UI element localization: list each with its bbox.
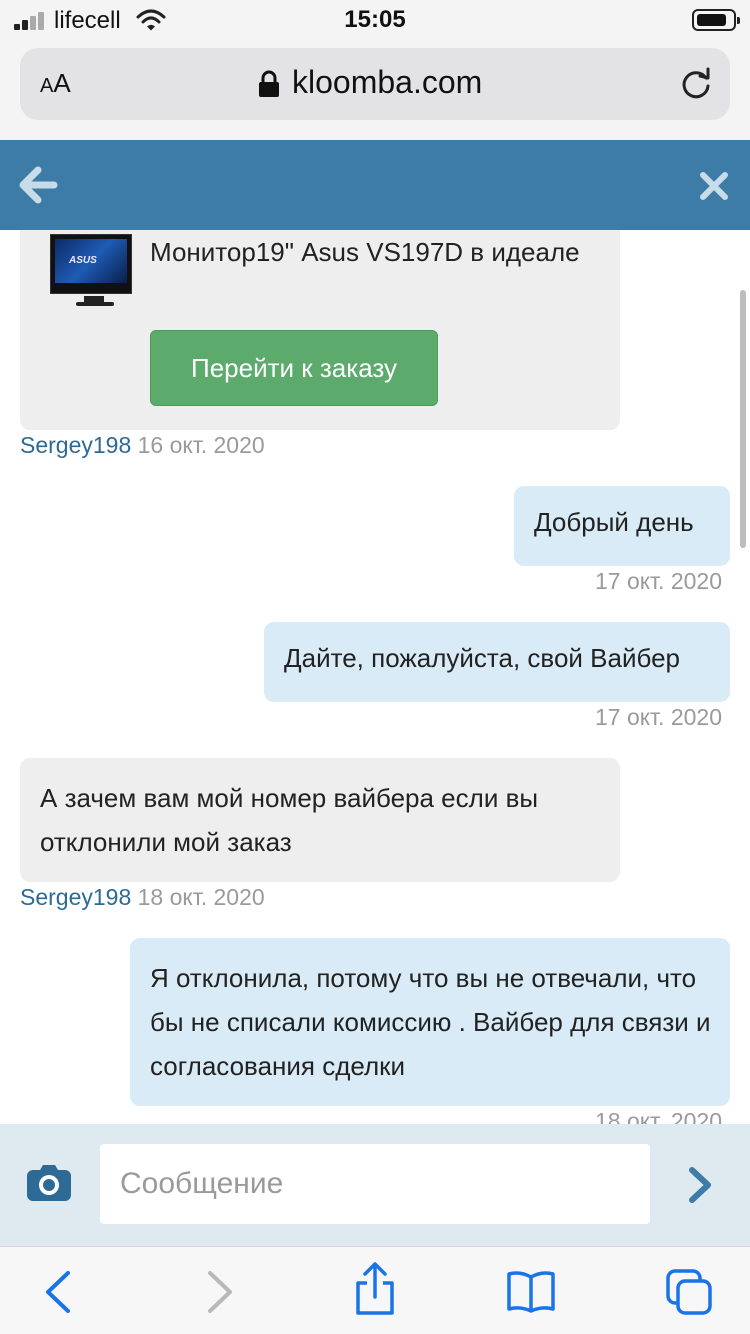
product-thumbnail[interactable]: ASUS xyxy=(50,234,132,294)
lock-icon xyxy=(259,70,279,97)
message-date: 17 окт. 2020 xyxy=(594,704,722,730)
message-composer xyxy=(0,1124,750,1246)
message-date: 16 окт. 2020 xyxy=(137,432,265,458)
share-icon[interactable] xyxy=(350,1261,400,1317)
scrollbar[interactable] xyxy=(740,290,746,548)
message-date: 18 окт. 2020 xyxy=(137,884,265,910)
camera-icon[interactable] xyxy=(26,1164,72,1202)
text-size-small: A xyxy=(40,75,54,97)
message-username[interactable]: Sergey198 xyxy=(20,884,131,910)
message-bubble-outgoing: Добрый день xyxy=(514,486,730,566)
reload-icon[interactable] xyxy=(678,66,714,102)
status-bar: lifecell 15:05 xyxy=(0,0,750,40)
message-text: Я отклонила, потому что вы не отвечали, … xyxy=(150,963,711,1081)
url-domain[interactable]: kloomba.com xyxy=(292,64,482,101)
message-meta: Sergey198 18 окт. 2020 xyxy=(20,884,265,911)
monitor-screen: ASUS xyxy=(55,239,127,283)
monitor-base xyxy=(76,302,114,306)
message-text: А зачем вам мой номер вайбера если вы от… xyxy=(40,783,539,857)
browser-address-area: AA kloomba.com xyxy=(0,40,750,140)
message-input[interactable] xyxy=(100,1144,650,1224)
bookmarks-icon[interactable] xyxy=(506,1267,556,1317)
brand-logo: ASUS xyxy=(69,255,97,266)
order-card: ASUS Монитор19" Asus VS197D в идеале Пер… xyxy=(20,230,620,430)
chat-header xyxy=(0,140,750,230)
message-username[interactable]: Sergey198 xyxy=(20,432,131,458)
battery-icon xyxy=(692,9,740,31)
message-text: Добрый день xyxy=(534,507,694,537)
message-meta: Sergey198 16 окт. 2020 xyxy=(20,432,265,459)
back-icon[interactable] xyxy=(34,1267,84,1317)
message-bubble-outgoing: Дайте, пожалуйста, свой Вайбер xyxy=(264,622,730,702)
go-to-order-button[interactable]: Перейти к заказу xyxy=(150,330,438,406)
browser-toolbar xyxy=(0,1246,750,1334)
text-size-button[interactable]: AA xyxy=(40,68,71,99)
message-bubble-outgoing: Я отклонила, потому что вы не отвечали, … xyxy=(130,938,730,1106)
address-bar[interactable]: AA kloomba.com xyxy=(20,48,730,120)
send-icon[interactable] xyxy=(688,1166,714,1204)
forward-icon[interactable] xyxy=(194,1267,244,1317)
chat-messages[interactable]: ASUS Монитор19" Asus VS197D в идеале Пер… xyxy=(0,230,750,1124)
message-date: 17 окт. 2020 xyxy=(594,568,722,594)
close-icon[interactable] xyxy=(698,170,730,202)
tabs-icon[interactable] xyxy=(664,1267,714,1317)
text-size-large: A xyxy=(53,68,71,98)
message-bubble-incoming: А зачем вам мой номер вайбера если вы от… xyxy=(20,758,620,882)
back-arrow-icon[interactable] xyxy=(18,166,58,204)
message-text: Дайте, пожалуйста, свой Вайбер xyxy=(284,643,681,673)
clock: 15:05 xyxy=(344,6,406,33)
order-title[interactable]: Монитор19" Asus VS197D в идеале xyxy=(150,230,580,274)
message-date: 18 окт. 2020 xyxy=(594,1108,722,1124)
